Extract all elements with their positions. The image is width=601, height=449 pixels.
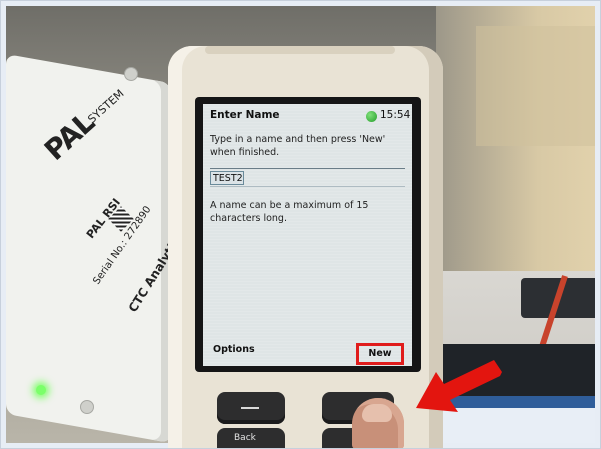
frame-border	[0, 0, 601, 449]
photo-stage: PAL SYSTEM PAL RSI Serial No.: 272890 CT…	[0, 0, 601, 449]
